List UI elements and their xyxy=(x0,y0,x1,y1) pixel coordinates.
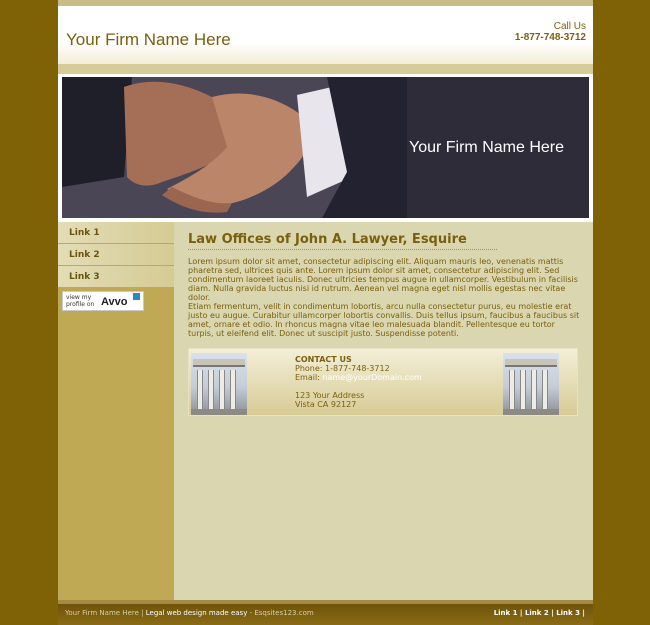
contact-address-line-2: Vista CA 92127 xyxy=(295,400,357,409)
handshake-banner: Your Firm Name Here xyxy=(62,77,589,218)
header-bottom-band xyxy=(58,64,593,74)
body-paragraph-2: Etiam fermentum, velit in condimentum lo… xyxy=(188,302,580,338)
page-container: Your Firm Name Here Call Us 1-877-748-37… xyxy=(58,0,593,625)
avvo-logo: Avvo xyxy=(101,296,128,308)
avvo-mark-icon xyxy=(133,293,140,300)
footer-link-1[interactable]: Link 1 xyxy=(494,609,518,617)
courthouse-image-left xyxy=(191,353,247,415)
contact-phone: Phone: 1-877-748-3712 xyxy=(295,364,390,373)
footer-tagline: Legal web design made easy xyxy=(145,609,248,617)
footer-credits: Your Firm Name Here | Legal web design m… xyxy=(65,609,314,617)
avvo-profile-badge[interactable]: view my profile on Avvo xyxy=(62,291,144,311)
footer: Your Firm Name Here | Legal web design m… xyxy=(58,600,593,625)
sidebar-link-2[interactable]: Link 2 xyxy=(58,244,174,266)
contact-email-label: Email: xyxy=(295,373,323,382)
footer-link-3[interactable]: Link 3 xyxy=(556,609,580,617)
sidebar-link-3[interactable]: Link 3 xyxy=(58,266,174,288)
sidebar: Link 1 Link 2 Link 3 view my profile on … xyxy=(58,222,174,600)
header-phone: 1-877-748-3712 xyxy=(514,32,586,43)
header: Your Firm Name Here Call Us 1-877-748-37… xyxy=(58,6,593,66)
page-title: Law Offices of John A. Lawyer, Esquire xyxy=(188,232,497,250)
call-us-label: Call Us xyxy=(553,21,586,32)
contact-box: CONTACT US Phone: 1-877-748-3712 Email: … xyxy=(188,348,578,416)
contact-heading: CONTACT US xyxy=(295,355,352,364)
banner-firm-name: Your Firm Name Here xyxy=(409,139,565,156)
footer-separator: | xyxy=(138,609,146,617)
courthouse-image-right xyxy=(503,353,559,415)
contact-email-link[interactable]: name@yourDomain.com xyxy=(322,373,421,382)
sidebar-link-1[interactable]: Link 1 xyxy=(58,222,174,244)
contact-email-line: Email: name@yourDomain.com xyxy=(295,373,422,382)
footer-firm-name: Your Firm Name Here xyxy=(65,609,139,617)
main-content: Law Offices of John A. Lawyer, Esquire L… xyxy=(174,222,593,600)
footer-nav: Link 1 | Link 2 | Link 3 | xyxy=(493,609,585,617)
contact-address-line-1: 123 Your Address xyxy=(295,391,365,400)
firm-name-title: Your Firm Name Here xyxy=(66,30,231,49)
banner-frame: Your Firm Name Here xyxy=(58,74,593,222)
body-paragraph-1: Lorem ipsum dolor sit amet, consectetur … xyxy=(188,257,578,302)
contact-details: CONTACT US Phone: 1-877-748-3712 Email: … xyxy=(295,355,422,409)
footer-link-2[interactable]: Link 2 xyxy=(525,609,549,617)
avvo-badge-text: view my profile on xyxy=(66,294,95,308)
footer-credit-link[interactable]: Esqsites123.com xyxy=(254,609,313,617)
